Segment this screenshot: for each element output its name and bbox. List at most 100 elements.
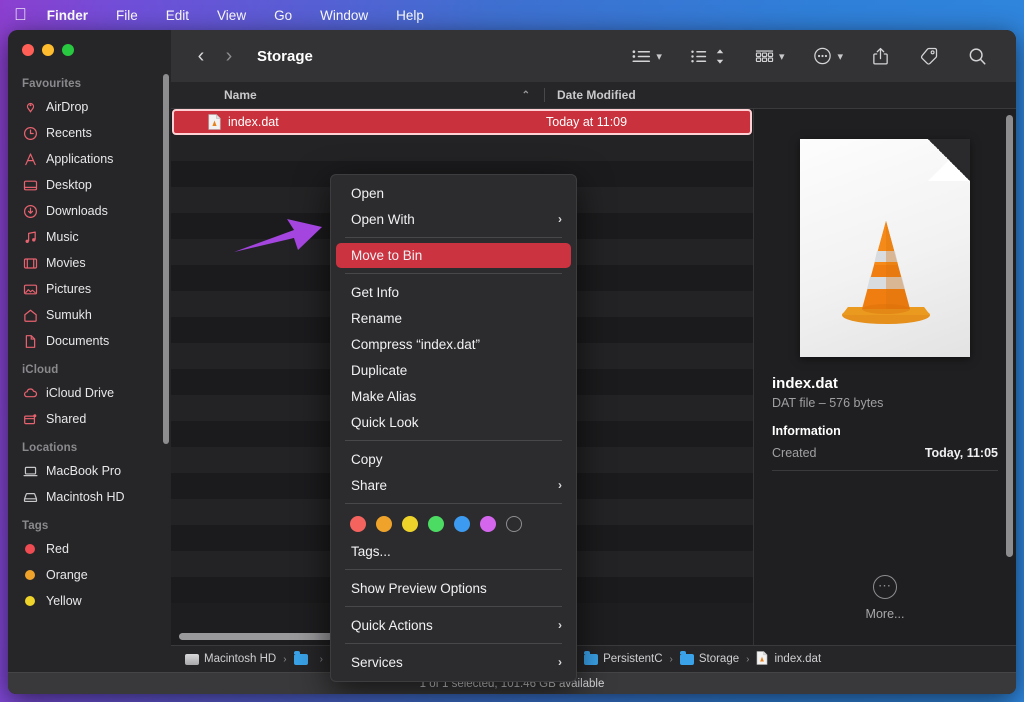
minimize-button[interactable] bbox=[42, 44, 54, 56]
laptop-icon bbox=[22, 463, 38, 479]
context-menu-item-get-info[interactable]: Get Info bbox=[331, 279, 576, 305]
chevron-right-icon: › bbox=[319, 653, 323, 665]
sidebar-item-label: Desktop bbox=[46, 178, 92, 192]
sidebar-item-movies[interactable]: Movies bbox=[8, 250, 171, 276]
desktop-icon bbox=[22, 177, 38, 193]
breadcrumb-persistentcache[interactable]: PersistentC › bbox=[584, 651, 675, 665]
forward-button[interactable]: › bbox=[215, 46, 243, 66]
sidebar-item-macbook-pro[interactable]: MacBook Pro bbox=[8, 458, 171, 484]
menu-item-go[interactable]: Go bbox=[260, 8, 306, 23]
info-key: Created bbox=[772, 446, 817, 460]
screen:  Finder File Edit View Go Window Help F… bbox=[0, 0, 1024, 702]
sidebar-item-shared[interactable]: Shared bbox=[8, 406, 171, 432]
breadcrumb-storage[interactable]: Storage › bbox=[679, 651, 752, 665]
table-row[interactable]: index.dat Today at 11:09 bbox=[172, 109, 752, 135]
menu-item-window[interactable]: Window bbox=[306, 8, 382, 23]
sidebar-item-label: Shared bbox=[46, 412, 87, 426]
preview-pane: index.dat DAT file – 576 bytes Informati… bbox=[753, 109, 1016, 645]
menu-label: Compress “index.dat” bbox=[351, 336, 481, 352]
preview-divider bbox=[772, 470, 998, 471]
context-menu-item-compress[interactable]: Compress “index.dat” bbox=[331, 331, 576, 357]
menu-item-help[interactable]: Help bbox=[382, 8, 438, 23]
back-button[interactable]: ‹ bbox=[187, 46, 215, 66]
menu-item-file[interactable]: File bbox=[102, 8, 152, 23]
context-menu-item-share[interactable]: Share › bbox=[331, 472, 576, 498]
column-header-date-modified[interactable]: Date Modified bbox=[545, 88, 636, 102]
sort-button[interactable] bbox=[676, 47, 740, 66]
share-button[interactable] bbox=[857, 46, 904, 67]
context-menu-item-copy[interactable]: Copy bbox=[331, 446, 576, 472]
action-more-button[interactable]: ▾ bbox=[798, 46, 857, 66]
context-menu-item-make-alias[interactable]: Make Alias bbox=[331, 383, 576, 409]
sidebar-item-tag-yellow[interactable]: Yellow bbox=[8, 588, 171, 614]
horizontal-scrollbar[interactable] bbox=[179, 633, 333, 640]
sidebar-item-downloads[interactable]: Downloads bbox=[8, 198, 171, 224]
apple-logo-icon[interactable]:  bbox=[14, 6, 27, 23]
context-menu-item-rename[interactable]: Rename bbox=[331, 305, 576, 331]
tag-swatch-yellow[interactable] bbox=[402, 516, 418, 532]
action-more-icon bbox=[812, 46, 833, 66]
sidebar-item-recents[interactable]: Recents bbox=[8, 120, 171, 146]
folder-icon bbox=[679, 651, 694, 665]
sidebar-item-icloud-drive[interactable]: iCloud Drive bbox=[8, 380, 171, 406]
menu-separator bbox=[345, 643, 562, 644]
breadcrumb-folder[interactable]: › bbox=[293, 651, 325, 665]
pictures-icon bbox=[22, 281, 38, 297]
view-options-icon bbox=[754, 47, 775, 66]
more-button[interactable]: ⋯ More... bbox=[754, 575, 1016, 621]
sidebar-item-tag-orange[interactable]: Orange bbox=[8, 562, 171, 588]
tag-button[interactable] bbox=[904, 46, 953, 67]
sidebar-item-airdrop[interactable]: AirDrop bbox=[8, 94, 171, 120]
tag-swatch-purple[interactable] bbox=[480, 516, 496, 532]
toolbar: ‹ › Storage ▾ ▾ ▾ bbox=[171, 30, 1016, 82]
menu-bar:  Finder File Edit View Go Window Help bbox=[0, 0, 1024, 30]
sidebar-item-tag-red[interactable]: Red bbox=[8, 536, 171, 562]
tag-dot-icon bbox=[22, 541, 38, 557]
group-by-button[interactable]: ▾ bbox=[617, 47, 676, 66]
sidebar-scrollbar[interactable] bbox=[163, 74, 169, 444]
file-name-text: index.dat bbox=[228, 115, 279, 129]
context-menu-item-open-with[interactable]: Open With › bbox=[331, 206, 576, 232]
sidebar-item-sumukh[interactable]: Sumukh bbox=[8, 302, 171, 328]
menu-item-edit[interactable]: Edit bbox=[152, 8, 203, 23]
context-menu-item-duplicate[interactable]: Duplicate bbox=[331, 357, 576, 383]
breadcrumb-index-dat[interactable]: index.dat bbox=[756, 651, 821, 667]
breadcrumb-macintosh-hd[interactable]: Macintosh HD › bbox=[185, 653, 289, 665]
empty-row bbox=[171, 135, 753, 161]
search-button[interactable] bbox=[953, 46, 1002, 67]
sidebar-item-label: iCloud Drive bbox=[46, 386, 115, 400]
tag-swatch-blue[interactable] bbox=[454, 516, 470, 532]
close-button[interactable] bbox=[22, 44, 34, 56]
submenu-arrow-icon: › bbox=[558, 212, 562, 226]
context-menu-item-show-preview-options[interactable]: Show Preview Options bbox=[331, 575, 576, 601]
context-menu-item-move-to-bin[interactable]: Move to Bin bbox=[336, 243, 571, 268]
breadcrumb-label: PersistentC bbox=[603, 653, 663, 665]
view-options-button[interactable]: ▾ bbox=[740, 47, 799, 66]
tag-swatch-orange[interactable] bbox=[376, 516, 392, 532]
context-menu-item-open[interactable]: Open bbox=[331, 180, 576, 206]
sidebar-item-macintosh-hd[interactable]: Macintosh HD bbox=[8, 484, 171, 510]
tag-swatch-none[interactable] bbox=[506, 516, 522, 532]
sidebar-item-music[interactable]: Music bbox=[8, 224, 171, 250]
menu-label: Move to Bin bbox=[351, 248, 423, 263]
menu-separator bbox=[345, 237, 562, 238]
context-menu-item-quick-look[interactable]: Quick Look bbox=[331, 409, 576, 435]
sidebar-item-applications[interactable]: Applications bbox=[8, 146, 171, 172]
tag-swatch-green[interactable] bbox=[428, 516, 444, 532]
sidebar-item-desktop[interactable]: Desktop bbox=[8, 172, 171, 198]
sidebar-item-documents[interactable]: Documents bbox=[8, 328, 171, 354]
menu-label: Quick Look bbox=[351, 414, 419, 430]
submenu-arrow-icon: › bbox=[558, 618, 562, 632]
sidebar-item-pictures[interactable]: Pictures bbox=[8, 276, 171, 302]
finder-window: Favourites AirDrop Recents Applications … bbox=[8, 30, 1016, 694]
menu-item-finder[interactable]: Finder bbox=[47, 8, 102, 23]
preview-scrollbar[interactable] bbox=[1006, 115, 1013, 557]
context-menu-item-services[interactable]: Services › bbox=[331, 649, 576, 675]
column-header-name[interactable]: Name ⌃ bbox=[171, 88, 544, 102]
maximize-button[interactable] bbox=[62, 44, 74, 56]
context-menu-item-tags[interactable]: Tags... bbox=[331, 538, 576, 564]
tag-swatch-red[interactable] bbox=[350, 516, 366, 532]
context-menu-item-quick-actions[interactable]: Quick Actions › bbox=[331, 612, 576, 638]
menu-item-view[interactable]: View bbox=[203, 8, 260, 23]
sidebar-item-label: AirDrop bbox=[46, 100, 89, 114]
